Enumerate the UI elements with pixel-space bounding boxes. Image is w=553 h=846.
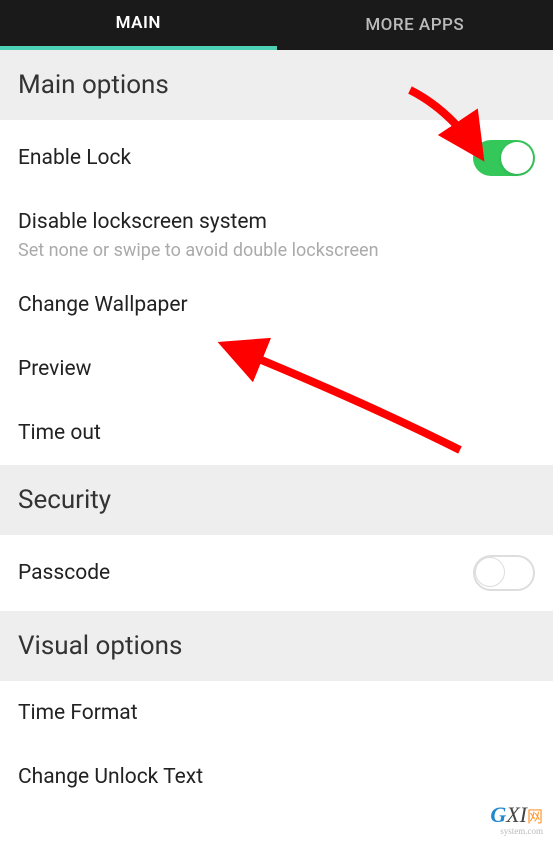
section-title: Visual options [18,631,182,661]
section-header-main-options: Main options [0,50,553,120]
section-title: Security [18,485,111,515]
change-unlock-text-label: Change Unlock Text [18,765,203,789]
watermark: GXI网 system.com [490,802,543,836]
row-change-unlock-text[interactable]: Change Unlock Text [0,745,553,809]
enable-lock-toggle[interactable] [473,140,535,176]
tab-more-apps[interactable]: MORE APPS [277,0,553,50]
row-enable-lock[interactable]: Enable Lock [0,120,553,196]
tab-main-label: MAIN [116,13,161,33]
tab-more-apps-label: MORE APPS [365,15,464,35]
row-time-format[interactable]: Time Format [0,681,553,745]
tab-bar: MAIN MORE APPS [0,0,553,50]
time-format-label: Time Format [18,701,138,725]
row-preview[interactable]: Preview [0,337,553,401]
toggle-knob [475,557,505,587]
row-change-wallpaper[interactable]: Change Wallpaper [0,273,553,337]
row-disable-lockscreen[interactable]: Disable lockscreen system Set none or sw… [0,196,553,273]
section-header-security: Security [0,465,553,535]
tab-main[interactable]: MAIN [0,0,277,50]
passcode-toggle[interactable] [473,555,535,591]
row-time-out[interactable]: Time out [0,401,553,465]
preview-label: Preview [18,357,91,381]
disable-lockscreen-subtitle: Set none or swipe to avoid double locksc… [18,240,379,261]
disable-lockscreen-label: Disable lockscreen system [18,210,267,234]
watermark-net: 网 [527,809,543,826]
row-passcode[interactable]: Passcode [0,535,553,611]
watermark-g: G [490,802,506,827]
watermark-xi: XI [506,802,527,827]
toggle-knob [501,142,533,174]
time-out-label: Time out [18,421,101,445]
passcode-label: Passcode [18,561,110,585]
section-header-visual-options: Visual options [0,611,553,681]
enable-lock-label: Enable Lock [18,146,131,170]
change-wallpaper-label: Change Wallpaper [18,293,188,317]
section-title: Main options [18,70,169,100]
watermark-sub: system.com [490,826,543,836]
